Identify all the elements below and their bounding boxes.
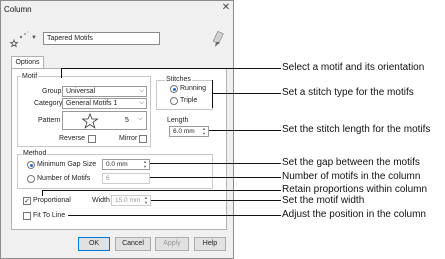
callout-line (42, 190, 43, 196)
mirror-label: Mirror (119, 135, 138, 142)
ok-button[interactable]: OK (78, 237, 110, 251)
category-select[interactable]: General Motifs 1 ⌵ (62, 98, 147, 109)
column-dialog: Column ✕ ▼ Tapered Motifs Options Motif … (0, 0, 234, 259)
pattern-select[interactable]: 5 ⌵ (62, 111, 147, 130)
reverse-label: Reverse (59, 135, 86, 142)
callout-line (61, 68, 62, 78)
num-motifs-input[interactable]: 6 (102, 173, 150, 184)
callout-line (42, 190, 281, 191)
spinner-icon[interactable]: ▲ ▼ (142, 159, 148, 169)
num-motifs-label: Number of Motifs (37, 175, 91, 182)
stitches-legend: Stitches (165, 76, 192, 83)
chevron-down-icon: ⌵ (138, 116, 143, 122)
chevron-down-icon[interactable]: ▼ (31, 35, 37, 41)
callout-stitch-type: Set a stitch type for the motifs (282, 87, 414, 98)
callout-line (212, 80, 213, 108)
group-select[interactable]: Universal ⌵ (62, 86, 147, 97)
length-value: 6.0 mm (173, 128, 195, 135)
proportional-checkbox[interactable]: ✓ (23, 197, 31, 205)
num-motifs-radio[interactable] (27, 175, 35, 183)
motif-legend: Motif (21, 73, 39, 80)
mirror-checkbox[interactable] (139, 135, 147, 143)
pattern-label: Pattern (38, 117, 61, 124)
callout-line (68, 215, 281, 216)
chevron-down-icon: ⌵ (139, 88, 144, 94)
triple-label: Triple (180, 97, 198, 104)
length-input[interactable]: 6.0 mm ▲ ▼ (169, 126, 209, 137)
callout-line (212, 93, 281, 94)
width-value: 15.0 mm (115, 197, 141, 204)
callout-line (61, 68, 281, 69)
width-label: Width (92, 197, 110, 204)
callout-position: Adjust the position in the column (282, 209, 426, 220)
callout-stitch-length: Set the stitch length for the motifs (282, 124, 431, 135)
fit-to-line-checkbox[interactable] (23, 212, 31, 220)
num-motifs-value: 6 (106, 175, 110, 182)
category-select-value: General Motifs 1 (66, 100, 118, 107)
help-button[interactable]: Help (194, 237, 226, 251)
proportional-label: Proportional (33, 197, 71, 204)
callout-motif: Select a motif and its orientation (282, 62, 425, 73)
min-gap-value: 0.0 mm (106, 161, 128, 168)
callout-line (209, 130, 281, 131)
callout-line (150, 163, 281, 164)
spinner-icon[interactable]: ▲ ▼ (143, 195, 149, 205)
running-label: Running (180, 85, 207, 92)
triple-radio[interactable] (170, 97, 178, 105)
min-gap-label: Minimum Gap Size (37, 161, 97, 168)
dialog-title: Column (4, 5, 32, 14)
spinner-icon[interactable]: ▲ ▼ (201, 126, 207, 136)
running-radio[interactable] (170, 85, 178, 93)
min-gap-radio[interactable] (27, 161, 35, 169)
callout-gap: Set the gap between the motifs (282, 157, 420, 168)
group-label: Group (42, 88, 62, 95)
chevron-down-icon: ⌵ (139, 100, 144, 106)
callout-num-motifs: Number of motifs in the column (282, 171, 421, 182)
reverse-checkbox[interactable] (88, 135, 96, 143)
fit-to-line-label: Fit To Line (33, 212, 66, 219)
min-gap-input[interactable]: 0.0 mm ▲ ▼ (102, 159, 150, 170)
star-motif-icon (81, 113, 99, 129)
callout-width: Set the motif width (282, 195, 365, 206)
pattern-number: 5 (125, 117, 129, 124)
width-input[interactable]: 15.0 mm ▲ ▼ (111, 195, 151, 206)
callout-line (151, 200, 281, 201)
motif-name-field[interactable]: Tapered Motifs (43, 32, 160, 45)
cancel-button[interactable]: Cancel (115, 237, 151, 251)
apply-button[interactable]: Apply (155, 237, 189, 251)
group-select-value: Universal (66, 88, 96, 95)
method-legend: Method (22, 150, 48, 157)
category-label: Category (34, 100, 63, 107)
callout-line (150, 177, 281, 178)
column-tool-icon[interactable] (207, 28, 227, 48)
close-icon[interactable]: ✕ (220, 2, 232, 14)
length-label: Length (167, 117, 189, 124)
